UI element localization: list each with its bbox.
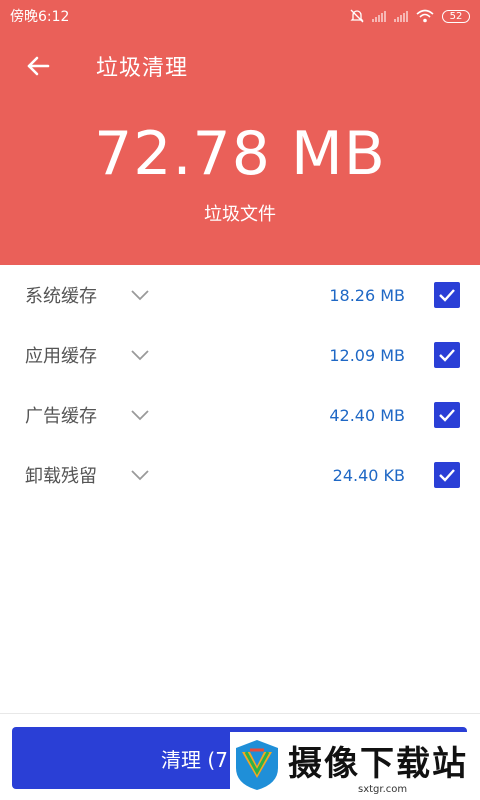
header: 傍晚6:12 52 垃圾清理 72.78 MB 垃圾文件 xyxy=(0,0,480,265)
item-size: 24.40 KB xyxy=(332,465,405,485)
checkmark-icon xyxy=(439,349,455,362)
signal-1-icon xyxy=(372,10,386,22)
item-label: 应用缓存 xyxy=(25,346,97,367)
total-junk-size: 72.78 MB xyxy=(94,119,386,189)
status-time: 傍晚6:12 xyxy=(10,9,70,25)
watermark-text: 摄像下载站 xyxy=(288,744,468,784)
chevron-down-icon[interactable] xyxy=(130,407,150,423)
clean-button-label: 清理 (7 xyxy=(161,747,228,772)
checkmark-icon xyxy=(439,409,455,422)
alarm-off-icon xyxy=(350,9,364,23)
item-size: 12.09 MB xyxy=(329,345,405,365)
item-checkbox[interactable] xyxy=(434,462,460,488)
list-item-uninstall-residue[interactable]: 卸载残留 24.40 KB xyxy=(0,445,480,505)
junk-caption: 垃圾文件 xyxy=(204,204,276,225)
status-bar: 傍晚6:12 52 xyxy=(0,0,480,32)
list-item-ad-cache[interactable]: 广告缓存 42.40 MB xyxy=(0,385,480,445)
checkmark-icon xyxy=(439,469,455,482)
signal-2-icon xyxy=(394,10,408,22)
watermark-domain: sxtgr.com xyxy=(358,784,408,795)
back-button[interactable] xyxy=(24,52,52,80)
item-checkbox[interactable] xyxy=(434,402,460,428)
list-item-system-cache[interactable]: 系统缓存 18.26 MB xyxy=(0,265,480,325)
item-size: 18.26 MB xyxy=(329,285,405,305)
status-icons: 52 xyxy=(350,9,470,23)
item-label: 广告缓存 xyxy=(25,406,97,427)
chevron-down-icon[interactable] xyxy=(130,347,150,363)
item-checkbox[interactable] xyxy=(434,282,460,308)
screen: 傍晚6:12 52 垃圾清理 72.78 MB 垃圾文件 系统缓存 18.26 … xyxy=(0,0,480,800)
site-watermark: 摄像下载站 sxtgr.com xyxy=(230,732,480,800)
arrow-left-icon xyxy=(27,56,50,76)
item-size: 42.40 MB xyxy=(329,405,405,425)
item-label: 卸载残留 xyxy=(25,466,97,487)
list-item-app-cache[interactable]: 应用缓存 12.09 MB xyxy=(0,325,480,385)
bottom-divider xyxy=(0,713,480,714)
toolbar: 垃圾清理 xyxy=(0,40,480,92)
chevron-down-icon[interactable] xyxy=(130,287,150,303)
page-title: 垃圾清理 xyxy=(96,56,189,81)
wifi-icon xyxy=(416,9,434,23)
item-checkbox[interactable] xyxy=(434,342,460,368)
item-label: 系统缓存 xyxy=(25,286,97,307)
chevron-down-icon[interactable] xyxy=(130,467,150,483)
junk-summary: 72.78 MB 垃圾文件 xyxy=(0,118,480,226)
battery-icon: 52 xyxy=(442,9,470,23)
watermark-logo-icon xyxy=(236,740,278,790)
checkmark-icon xyxy=(439,289,455,302)
junk-category-list: 系统缓存 18.26 MB 应用缓存 12.09 MB 广告缓存 42.40 M… xyxy=(0,265,480,505)
